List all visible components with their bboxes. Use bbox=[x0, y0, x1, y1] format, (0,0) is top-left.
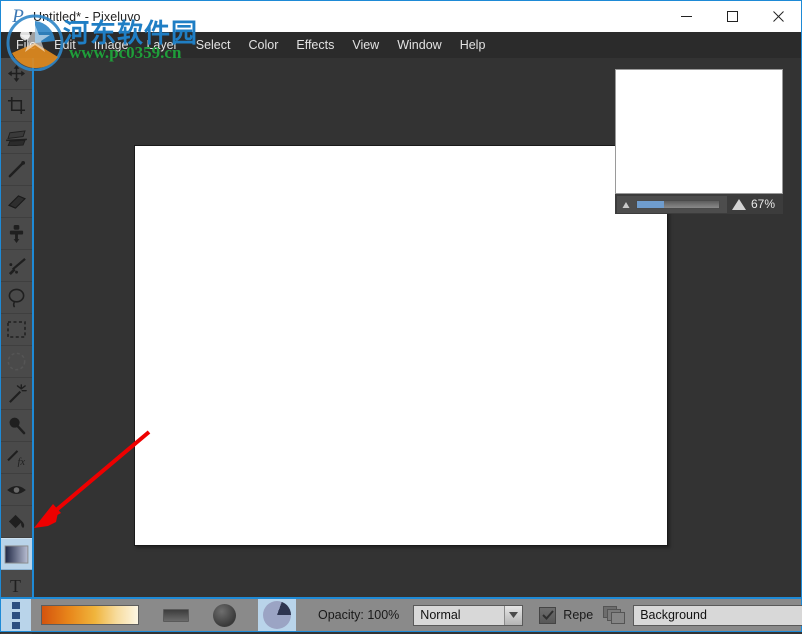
ellipse-select-icon bbox=[7, 352, 26, 371]
close-icon[interactable] bbox=[755, 1, 801, 32]
navigator-panel: 67% bbox=[615, 69, 783, 214]
zoom-slider-fill bbox=[637, 200, 665, 208]
eraser-tool[interactable] bbox=[1, 186, 32, 218]
magic-wand-icon bbox=[8, 383, 27, 403]
tool-options-menu-icon[interactable] bbox=[1, 599, 31, 631]
menu-item-effects[interactable]: Effects bbox=[287, 33, 343, 57]
rectangle-select-tool[interactable] bbox=[1, 314, 32, 346]
transform-icon bbox=[6, 130, 27, 146]
move-tool[interactable] bbox=[1, 58, 32, 90]
lasso-icon bbox=[8, 288, 24, 308]
zoom-level-label: 67% bbox=[750, 197, 775, 211]
effects-brush-icon: fx bbox=[6, 449, 25, 467]
svg-text:fx: fx bbox=[17, 457, 25, 467]
zoom-slider[interactable] bbox=[617, 195, 727, 213]
lasso-tool[interactable] bbox=[1, 282, 32, 314]
repeat-label: Repe bbox=[563, 608, 594, 622]
clone-stamp-tool[interactable] bbox=[1, 218, 32, 250]
workspace: 67% bbox=[34, 58, 801, 597]
smudge-tool[interactable] bbox=[1, 250, 32, 282]
layer-select[interactable]: Background bbox=[633, 604, 802, 626]
menu-item-select[interactable]: Select bbox=[187, 33, 240, 57]
transform-tool[interactable] bbox=[1, 122, 32, 154]
red-eye-tool[interactable] bbox=[1, 474, 32, 506]
menu-bar: File Edit Image Layer Select Color Effec… bbox=[1, 32, 801, 58]
smudge-icon bbox=[8, 257, 26, 275]
linear-gradient-icon[interactable] bbox=[163, 608, 189, 622]
blend-mode-value: Normal bbox=[420, 608, 461, 622]
layers-icon[interactable] bbox=[603, 606, 626, 624]
large-mountain-icon bbox=[731, 198, 746, 210]
menu-item-layer[interactable]: Layer bbox=[137, 33, 186, 57]
move-icon bbox=[7, 64, 26, 83]
minimize-icon[interactable] bbox=[663, 1, 709, 32]
blend-mode-select[interactable]: Normal bbox=[413, 604, 524, 626]
ellipse-select-tool[interactable] bbox=[1, 346, 32, 378]
repeat-checkbox[interactable] bbox=[539, 606, 557, 624]
radial-gradient-icon[interactable] bbox=[213, 603, 236, 627]
crop-tool[interactable] bbox=[1, 90, 32, 122]
paintbrush-tool[interactable] bbox=[1, 154, 32, 186]
gradient-preset-swatch[interactable] bbox=[41, 605, 139, 625]
paintbrush-icon bbox=[8, 160, 26, 178]
pixeluvo-p-icon: P bbox=[12, 5, 24, 27]
tool-options-bar: Opacity: 100% Normal Repe Background bbox=[1, 597, 802, 631]
crop-icon bbox=[7, 96, 26, 115]
opacity-label: Opacity: 100% bbox=[318, 608, 400, 622]
magic-wand-tool[interactable] bbox=[1, 378, 32, 410]
paint-bucket-tool[interactable] bbox=[1, 506, 32, 538]
title-bar: P Untitled* - Pixeluvo bbox=[1, 1, 801, 32]
gradient-tool[interactable] bbox=[1, 538, 32, 570]
menu-item-file[interactable]: File bbox=[7, 33, 45, 57]
effects-brush-tool[interactable]: fx bbox=[1, 442, 32, 474]
chevron-down-icon[interactable] bbox=[504, 605, 523, 625]
checkmark-icon bbox=[542, 610, 554, 620]
pixeluvo-app-window: P Untitled* - Pixeluvo File Edit Image L… bbox=[0, 0, 802, 634]
svg-text:T: T bbox=[9, 577, 20, 595]
window-controls bbox=[663, 1, 801, 32]
paint-bucket-icon bbox=[8, 514, 24, 528]
conical-gradient-icon[interactable] bbox=[258, 599, 296, 631]
navigator-thumbnail[interactable] bbox=[615, 69, 783, 194]
small-mountain-icon bbox=[622, 202, 630, 208]
navigator-zoom-bar: 67% bbox=[615, 194, 783, 214]
image-canvas[interactable] bbox=[134, 145, 668, 546]
text-t-icon: T bbox=[9, 577, 20, 595]
layer-select-value: Background bbox=[640, 608, 707, 622]
menu-item-color[interactable]: Color bbox=[239, 33, 287, 57]
menu-item-help[interactable]: Help bbox=[451, 33, 495, 57]
window-title: Untitled* - Pixeluvo bbox=[33, 9, 141, 24]
menu-item-view[interactable]: View bbox=[343, 33, 388, 57]
menu-item-image[interactable]: Image bbox=[85, 33, 138, 57]
clone-stamp-icon bbox=[9, 225, 24, 243]
zoom-slider-track[interactable] bbox=[636, 199, 720, 209]
magnifier-icon bbox=[9, 417, 26, 435]
eye-icon bbox=[7, 485, 26, 494]
eraser-icon bbox=[7, 194, 26, 209]
gradient-icon bbox=[4, 544, 29, 564]
tools-palette: fx T bbox=[1, 58, 34, 634]
menu-item-edit[interactable]: Edit bbox=[45, 33, 85, 57]
rectangle-select-icon bbox=[7, 321, 26, 338]
maximize-icon[interactable] bbox=[709, 1, 755, 32]
zoom-tool[interactable] bbox=[1, 410, 32, 442]
menu-item-window[interactable]: Window bbox=[388, 33, 450, 57]
